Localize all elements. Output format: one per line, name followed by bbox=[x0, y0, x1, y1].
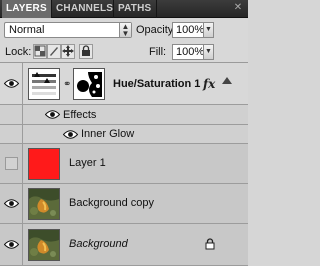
visibility-column bbox=[0, 125, 23, 143]
opacity-input[interactable]: 100% bbox=[172, 22, 204, 38]
lock-all-icon[interactable] bbox=[79, 44, 93, 59]
opacity-slider-button[interactable]: ▼ bbox=[203, 22, 214, 38]
visibility-column bbox=[0, 105, 23, 124]
layer-list: ⚭ Hue/Saturation 1 fx Effects Inner Glow… bbox=[0, 63, 248, 266]
layer-mask-thumbnail[interactable] bbox=[73, 68, 105, 100]
visibility-toggle-off[interactable] bbox=[5, 157, 18, 170]
tab-layers[interactable]: LAYERS bbox=[2, 0, 52, 18]
eye-icon[interactable] bbox=[45, 110, 60, 119]
lock-fill-row: Lock: Fill: 100% ▼ bbox=[0, 41, 248, 63]
effects-label: Effects bbox=[63, 109, 97, 121]
layer-row-background[interactable]: Background bbox=[0, 224, 248, 266]
blend-mode-select[interactable]: Normal ▲ ▼ bbox=[4, 22, 132, 38]
layer-name: Background copy bbox=[69, 197, 154, 209]
blend-mode-value: Normal bbox=[9, 24, 45, 36]
lock-label: Lock: bbox=[5, 46, 32, 58]
layer-row-hue-saturation[interactable]: ⚭ Hue/Saturation 1 fx bbox=[0, 63, 248, 105]
lock-icon bbox=[205, 238, 215, 250]
layer-name: Hue/Saturation 1 bbox=[113, 78, 201, 90]
tab-channels[interactable]: CHANNELS bbox=[52, 0, 114, 18]
lock-paint-icon[interactable] bbox=[47, 44, 61, 59]
updown-arrows-icon: ▲ ▼ bbox=[119, 23, 131, 38]
tab-paths[interactable]: PATHS bbox=[114, 0, 157, 18]
eye-icon[interactable] bbox=[4, 79, 19, 88]
eye-icon[interactable] bbox=[63, 130, 78, 139]
layer-name: Layer 1 bbox=[69, 157, 106, 169]
layer-row-layer-1[interactable]: Layer 1 bbox=[0, 144, 248, 184]
lock-transparent-icon[interactable] bbox=[33, 44, 47, 59]
lock-position-icon[interactable] bbox=[61, 44, 75, 59]
adjustment-layer-icon bbox=[28, 68, 60, 100]
effect-name: Inner Glow bbox=[81, 128, 135, 140]
layer-name: Background bbox=[69, 238, 128, 250]
layer-thumbnail bbox=[28, 148, 60, 180]
layer-thumbnail bbox=[28, 229, 60, 261]
panel-tabs: LAYERS CHANNELS PATHS ✕ bbox=[0, 0, 248, 18]
layer-thumbnail bbox=[28, 188, 60, 220]
opacity-label: Opacity: bbox=[136, 24, 177, 36]
fill-input[interactable]: 100% bbox=[172, 44, 204, 60]
visibility-column bbox=[0, 184, 23, 223]
eye-icon[interactable] bbox=[4, 240, 19, 249]
fx-icon[interactable]: fx bbox=[203, 77, 215, 91]
expand-effects-icon[interactable] bbox=[222, 77, 232, 84]
fill-label: Fill: bbox=[149, 46, 167, 58]
layer-effects-row[interactable]: Effects bbox=[0, 105, 248, 125]
fill-slider-button[interactable]: ▼ bbox=[203, 44, 214, 60]
chain-link-icon[interactable]: ⚭ bbox=[63, 79, 71, 90]
eye-icon[interactable] bbox=[4, 199, 19, 208]
layer-row-background-copy[interactable]: Background copy bbox=[0, 184, 248, 224]
blend-opacity-row: Normal ▲ ▼ Opacity: 100% ▼ bbox=[0, 19, 248, 41]
panel-close-icon[interactable]: ✕ bbox=[232, 2, 244, 14]
visibility-column bbox=[0, 63, 23, 104]
visibility-column bbox=[0, 144, 23, 183]
visibility-column bbox=[0, 224, 23, 265]
layer-effect-inner-glow[interactable]: Inner Glow bbox=[0, 125, 248, 144]
